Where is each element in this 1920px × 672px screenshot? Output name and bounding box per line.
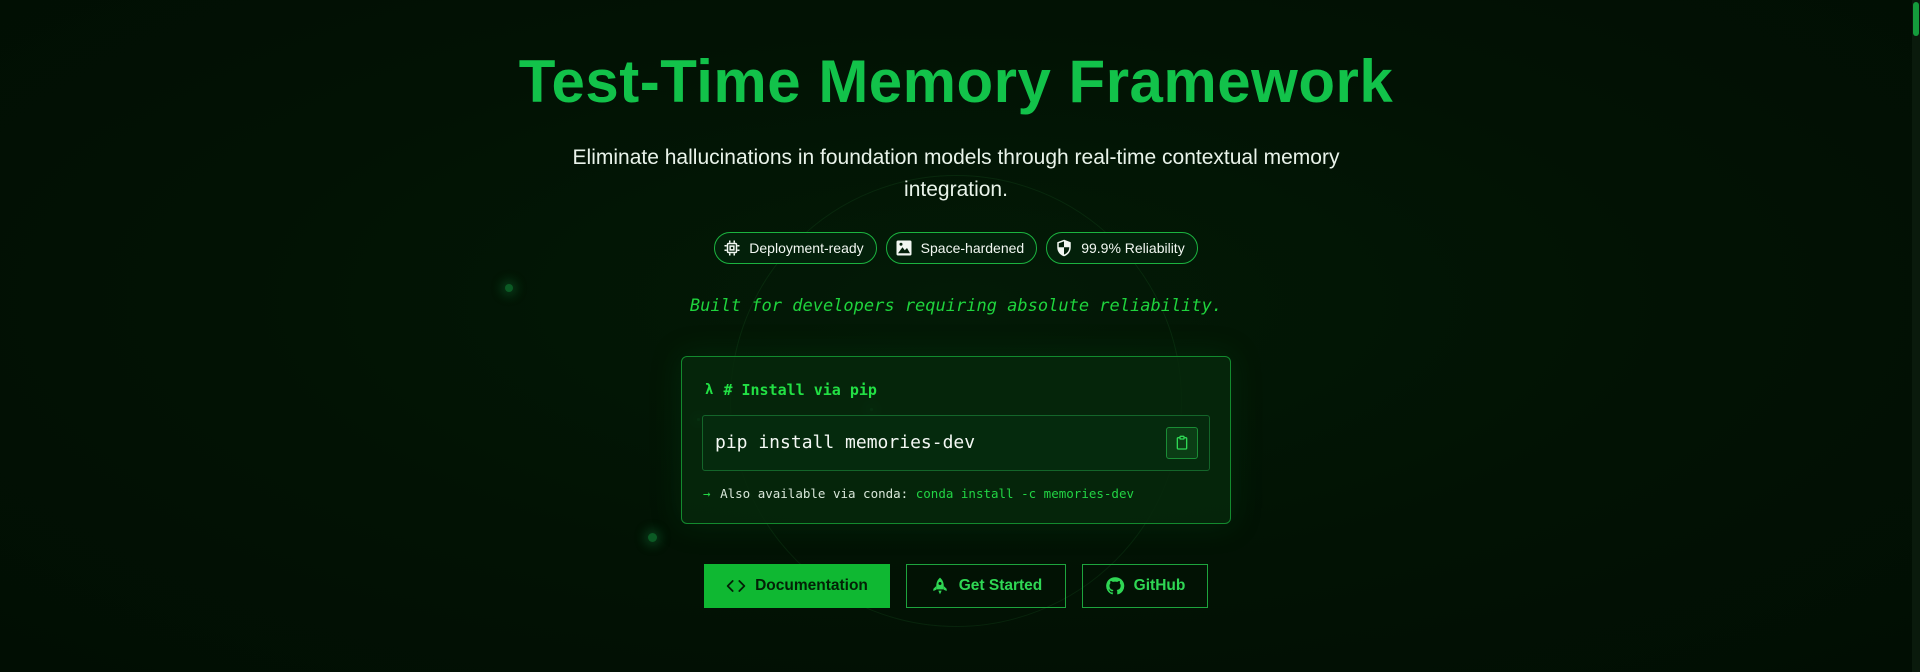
documentation-button[interactable]: Documentation	[704, 564, 890, 608]
get-started-button[interactable]: Get Started	[906, 564, 1066, 608]
clipboard-icon	[1176, 435, 1188, 450]
image-landscape-icon	[895, 239, 913, 257]
documentation-label: Documentation	[755, 577, 868, 594]
scrollbar-thumb[interactable]	[1913, 2, 1919, 36]
badge-space-hardened: Space-hardened	[885, 232, 1038, 264]
badge-label: 99.9% Reliability	[1081, 240, 1185, 256]
decorative-glow-dot	[648, 533, 657, 542]
code-icon	[726, 576, 746, 596]
feature-badges: Deployment-ready Space-hardened 99.9% Re…	[0, 232, 1912, 264]
github-label: GitHub	[1133, 577, 1186, 594]
lambda-icon: λ	[705, 382, 714, 398]
shield-icon	[1055, 239, 1073, 257]
command-box: pip install memories-dev	[702, 415, 1210, 471]
decorative-glow-dot	[505, 284, 513, 292]
install-panel: λ # Install via pip pip install memories…	[681, 356, 1231, 524]
badge-label: Space-hardened	[920, 240, 1025, 256]
copy-button[interactable]	[1166, 427, 1198, 459]
conda-prefix: Also available via conda:	[720, 486, 909, 501]
badge-reliability: 99.9% Reliability	[1046, 232, 1198, 264]
hero-subtitle: Eliminate hallucinations in foundation m…	[572, 146, 1340, 201]
cta-buttons: Documentation Get Started GitHub	[0, 564, 1912, 608]
install-header-label: # Install via pip	[723, 381, 877, 399]
conda-alternative: → Also available via conda: conda instal…	[703, 486, 1134, 501]
chip-icon	[723, 239, 741, 257]
badge-label: Deployment-ready	[749, 240, 864, 256]
install-command[interactable]: pip install memories-dev	[715, 432, 975, 453]
page-title: Test-Time Memory Framework	[518, 48, 1394, 115]
github-icon	[1105, 576, 1125, 596]
rocket-icon	[930, 576, 950, 596]
get-started-label: Get Started	[958, 577, 1043, 594]
badge-deployment-ready: Deployment-ready	[714, 232, 877, 264]
arrow-right-icon: →	[703, 486, 711, 501]
github-button[interactable]: GitHub	[1082, 564, 1208, 608]
landing-page: Test-Time Memory Framework Eliminate hal…	[0, 0, 1920, 672]
scrollbar[interactable]	[1912, 0, 1920, 672]
install-header: λ # Install via pip	[705, 381, 877, 399]
conda-command[interactable]: conda install -c memories-dev	[916, 486, 1134, 501]
hero-tagline: Built for developers requiring absolute …	[689, 296, 1223, 316]
